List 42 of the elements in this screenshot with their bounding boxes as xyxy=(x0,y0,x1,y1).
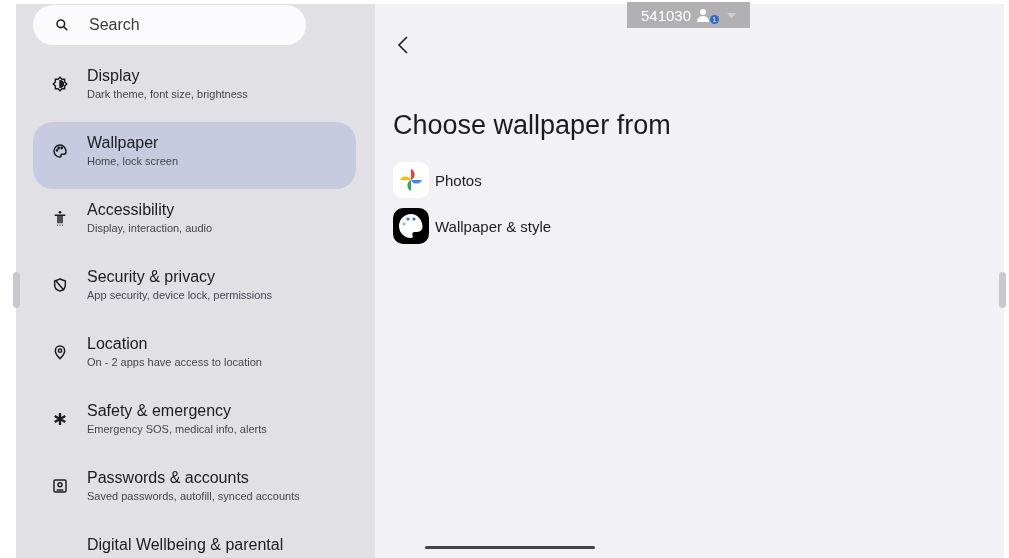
item-title: Security & privacy xyxy=(87,268,217,286)
brightness-icon xyxy=(52,76,68,92)
settings-item[interactable]: Digital Wellbeing & parental xyxy=(33,524,356,558)
settings-item[interactable]: Passwords & accounts Saved passwords, autofill, synced accounts xyxy=(33,457,356,524)
palette-app-icon xyxy=(393,208,429,244)
settings-item[interactable]: Security & privacy App security, device lock, permissions xyxy=(33,256,356,323)
search-field[interactable]: Search xyxy=(33,5,306,45)
wallpaper-source-option[interactable]: Photos xyxy=(393,161,1004,199)
item-subtitle: App security, device lock, permissions xyxy=(87,289,273,301)
item-subtitle: Saved passwords, autofill, synced accounts xyxy=(87,490,300,502)
side-handle[interactable] xyxy=(999,272,1006,308)
accessibility-icon xyxy=(52,210,68,226)
item-subtitle: Display, interaction, audio xyxy=(87,222,213,234)
settings-item[interactable]: Safety & emergency Emergency SOS, medical info, alerts xyxy=(33,390,356,457)
page-title: Choose wallpaper from xyxy=(393,110,672,141)
home-indicator[interactable] xyxy=(425,546,595,549)
location-pin-icon xyxy=(52,344,68,360)
palette-icon xyxy=(52,143,68,159)
item-title: Display xyxy=(87,67,141,85)
item-title: Wallpaper xyxy=(87,134,160,152)
settings-item[interactable]: Display Dark theme, font size, brightness xyxy=(33,55,356,122)
side-handle[interactable] xyxy=(13,272,20,308)
session-id: 541030 xyxy=(641,6,692,24)
settings-item[interactable]: Wallpaper Home, lock screen xyxy=(33,122,356,189)
item-title: Accessibility xyxy=(87,201,176,219)
item-subtitle: Home, lock screen xyxy=(87,155,179,167)
settings-item[interactable]: Location On - 2 apps have access to location xyxy=(33,323,356,390)
item-subtitle: On - 2 apps have access to location xyxy=(87,356,262,368)
asterisk-icon xyxy=(52,411,68,427)
pinwheel-app-icon xyxy=(393,162,429,198)
settings-item[interactable]: Accessibility Display, interaction, audio xyxy=(33,189,356,256)
user-icon xyxy=(697,8,712,22)
account-box-icon xyxy=(52,478,68,494)
dropdown-caret-icon[interactable] xyxy=(727,12,737,18)
item-title: Digital Wellbeing & parental xyxy=(87,536,284,554)
item-title: Location xyxy=(87,335,149,353)
wallpaper-source-option[interactable]: Wallpaper & style xyxy=(393,207,1004,245)
item-title: Passwords & accounts xyxy=(87,469,250,487)
shield-icon xyxy=(52,277,68,293)
item-subtitle: Emergency SOS, medical info, alerts xyxy=(87,423,267,435)
item-title: Safety & emergency xyxy=(87,402,233,420)
item-subtitle: Dark theme, font size, brightness xyxy=(87,88,248,100)
